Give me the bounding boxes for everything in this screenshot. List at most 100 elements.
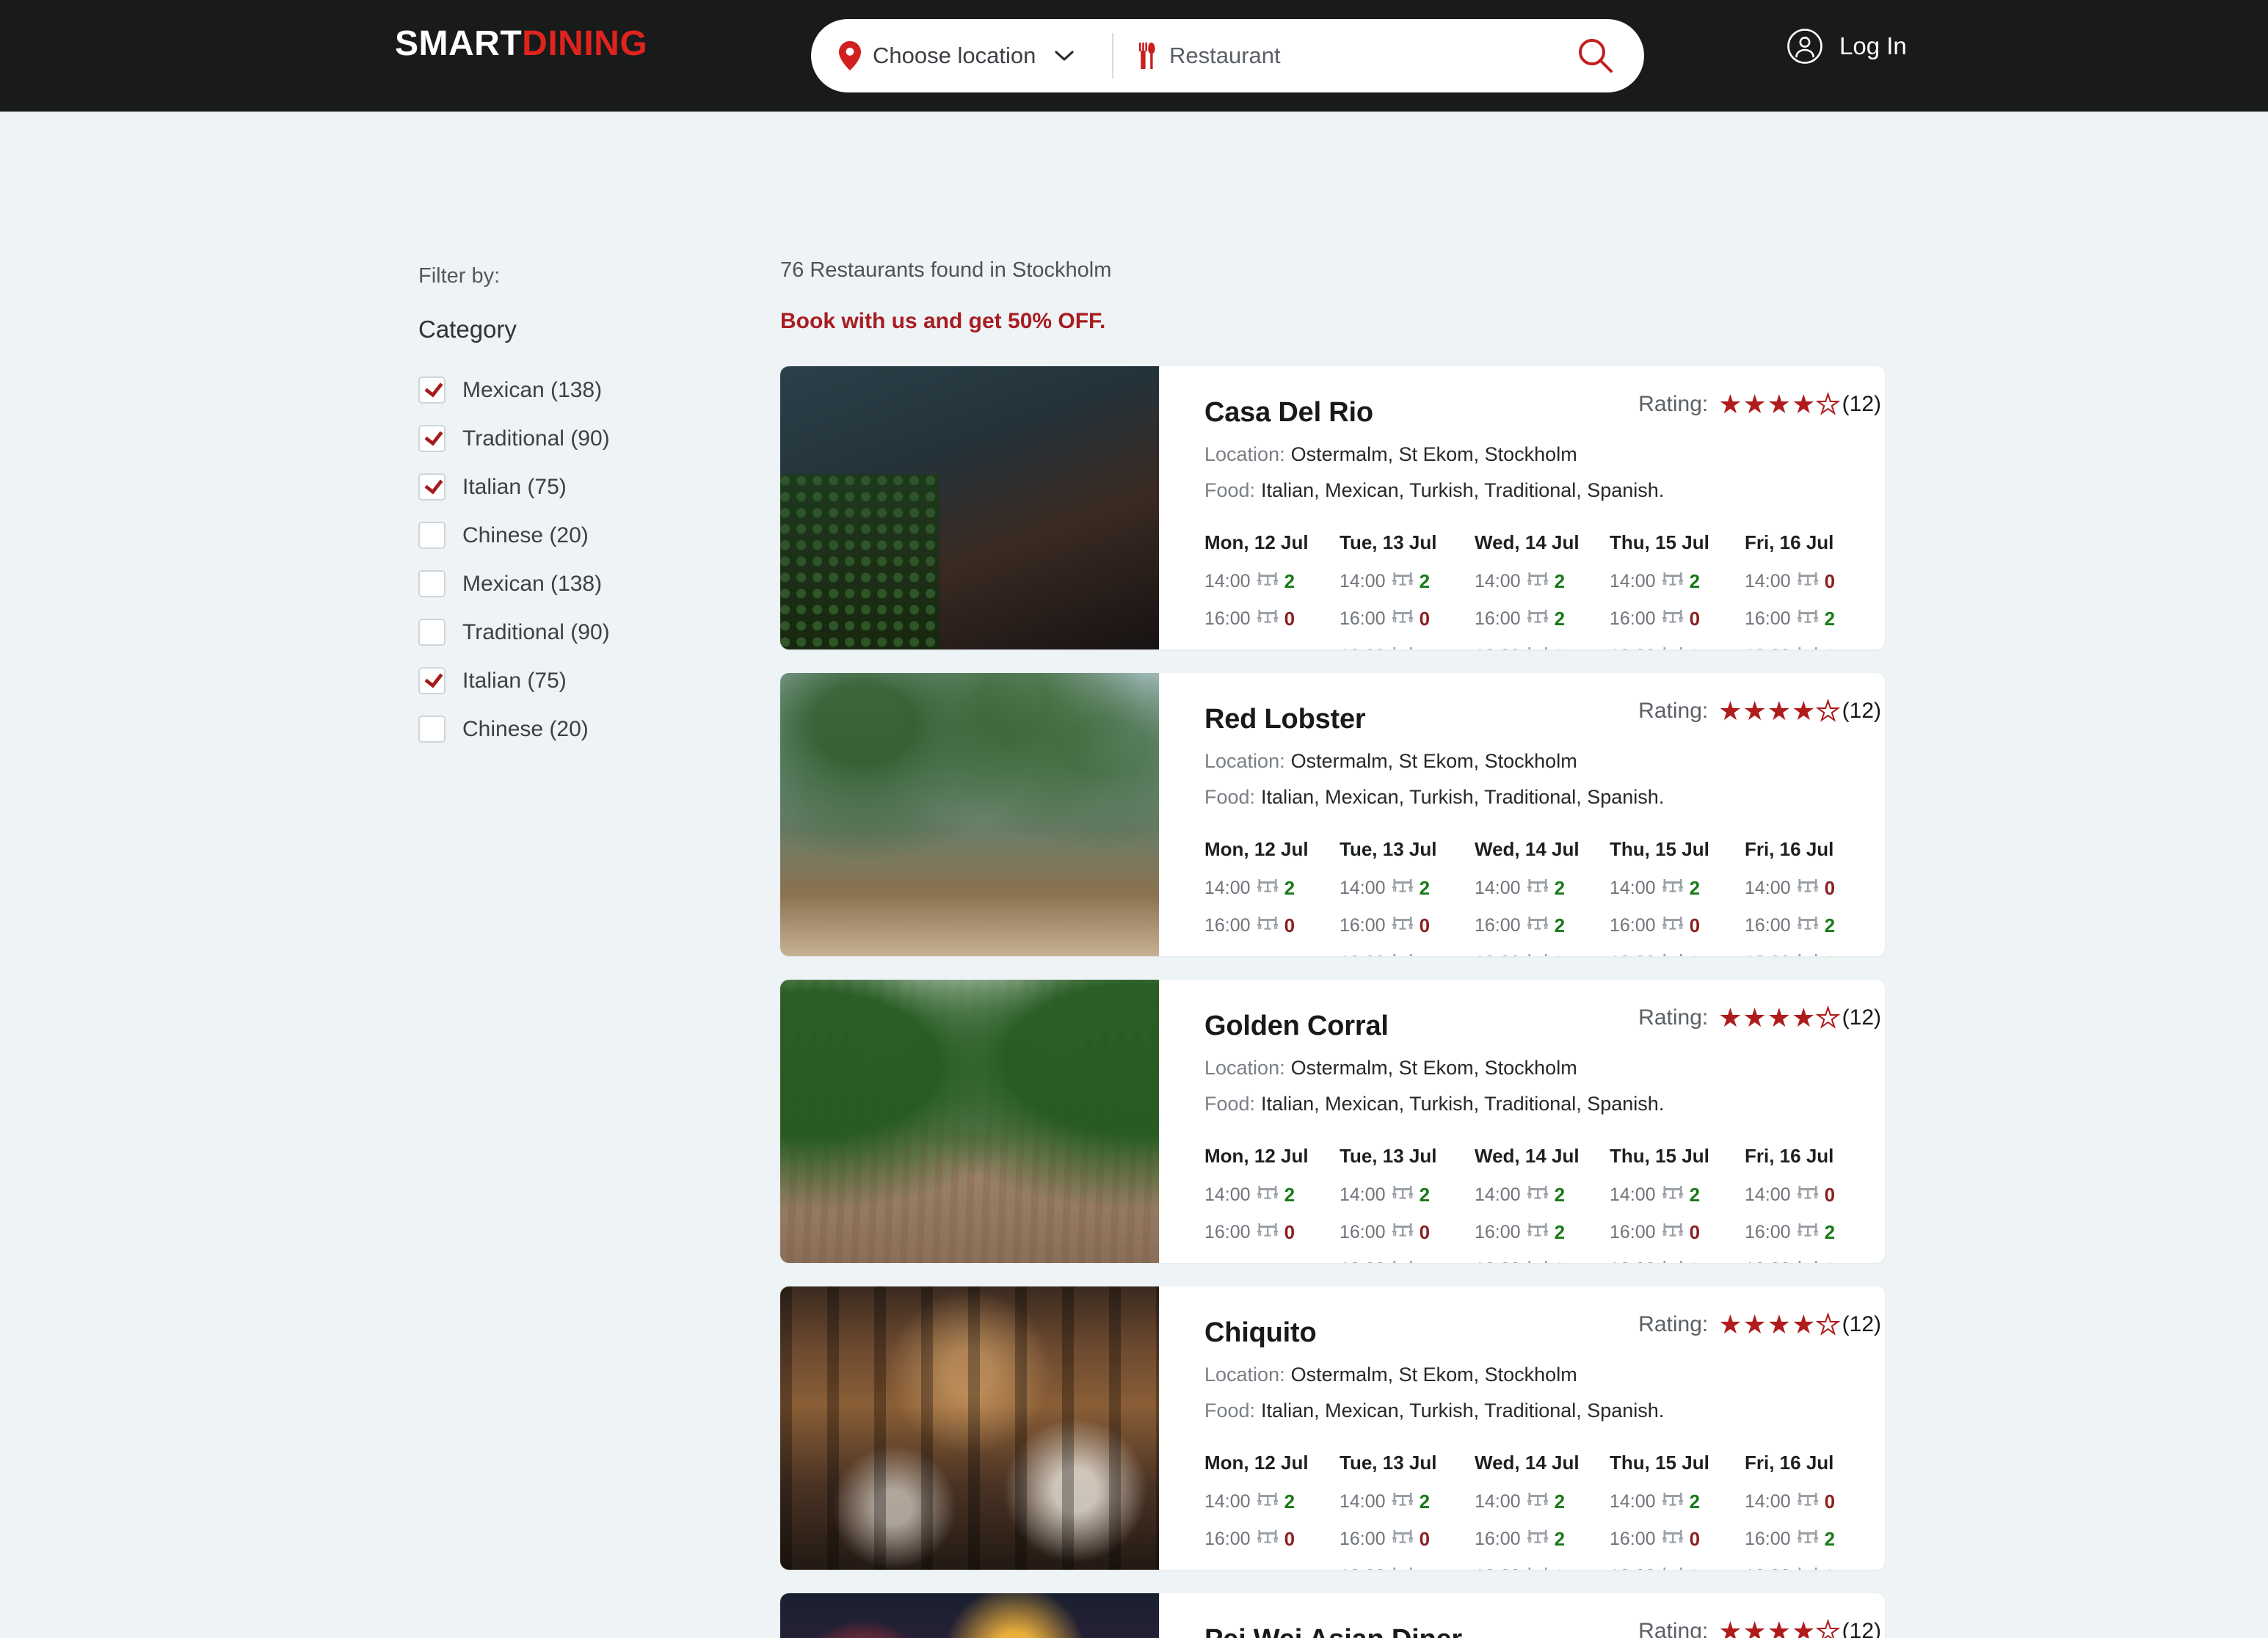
schedule-slot[interactable]: 14:00 2 xyxy=(1475,877,1610,914)
restaurant-photo[interactable] xyxy=(780,673,1159,956)
search-button[interactable] xyxy=(1560,19,1631,92)
category-checkbox[interactable] xyxy=(418,522,446,549)
schedule-slot[interactable]: 18:00 2 xyxy=(1745,645,1880,649)
category-filter-row[interactable]: Italian (75) xyxy=(418,470,763,504)
schedule-slot[interactable]: 14:00 2 xyxy=(1610,570,1745,608)
schedule-slot[interactable]: 16:00 2 xyxy=(1745,608,1880,645)
category-checkbox[interactable] xyxy=(418,570,446,597)
chevron-down-icon[interactable] xyxy=(1055,50,1074,62)
slot-seat-count: 0 xyxy=(1689,1528,1701,1550)
restaurant-search-field[interactable]: Restaurant xyxy=(1113,19,1560,92)
schedule-slot[interactable]: 18:00 2 xyxy=(1610,1565,1745,1570)
restaurant-photo[interactable] xyxy=(780,980,1159,1263)
slot-time: 14:00 xyxy=(1340,1491,1386,1512)
schedule-slot[interactable]: 16:00 2 xyxy=(1475,914,1610,952)
schedule-slot[interactable]: 18:00 4 xyxy=(1340,952,1475,956)
schedule-slot[interactable]: 18:00 2 xyxy=(1610,1259,1745,1263)
login-button[interactable]: Log In xyxy=(1787,28,1907,65)
category-filter-row[interactable]: Chinese (20) xyxy=(418,518,763,553)
schedule-slot[interactable]: 18:00 2 xyxy=(1745,1565,1880,1570)
schedule-slot[interactable]: 16:00 2 xyxy=(1745,1528,1880,1565)
table-seats-icon xyxy=(1662,953,1683,956)
restaurant-photo[interactable] xyxy=(780,1286,1159,1570)
restaurant-card[interactable]: Pei Wei Asian DinerRating:★★★★★(12)Locat… xyxy=(780,1593,1885,1638)
restaurant-card[interactable]: Casa Del Rio Rating: ★ ★ ★ ★ ★ (12) Location: Ost… xyxy=(780,366,1885,649)
category-checkbox[interactable] xyxy=(418,376,446,404)
brand-logo[interactable]: SMARTDINING xyxy=(395,26,647,62)
schedule-slot[interactable]: 16:00 0 xyxy=(1340,1221,1475,1259)
schedule-slot[interactable]: 18:00 2 xyxy=(1745,1259,1880,1263)
schedule-slot[interactable]: 16:00 0 xyxy=(1340,1528,1475,1565)
schedule-slot[interactable]: 16:00 0 xyxy=(1610,1221,1745,1259)
slot-time: 16:00 xyxy=(1340,1222,1386,1242)
schedule-slot[interactable]: 16:00 0 xyxy=(1610,1528,1745,1565)
schedule-slot[interactable]: 14:00 2 xyxy=(1610,1184,1745,1221)
schedule-slot[interactable]: 16:00 2 xyxy=(1475,1528,1610,1565)
schedule-slot[interactable]: 14:00 2 xyxy=(1610,1490,1745,1528)
schedule-slot[interactable]: 14:00 2 xyxy=(1475,1184,1610,1221)
schedule-slot[interactable]: 16:00 2 xyxy=(1475,608,1610,645)
schedule-slot[interactable]: 16:00 0 xyxy=(1204,914,1340,952)
schedule-day-header: Thu, 15 Jul xyxy=(1610,531,1709,553)
category-filter-row[interactable]: Mexican (138) xyxy=(418,567,763,601)
food-key: Food: xyxy=(1204,1093,1256,1115)
schedule-slot[interactable]: 16:00 0 xyxy=(1340,608,1475,645)
category-checkbox[interactable] xyxy=(418,473,446,500)
category-filter-row[interactable]: Mexican (138) xyxy=(418,373,763,407)
schedule-slot[interactable]: 14:00 2 xyxy=(1340,1184,1475,1221)
schedule-slot[interactable]: 14:00 2 xyxy=(1340,570,1475,608)
schedule-slot[interactable]: 16:00 0 xyxy=(1204,1528,1340,1565)
schedule-slot[interactable]: 14:00 2 xyxy=(1204,1184,1340,1221)
schedule-slot[interactable]: 18:00 4 xyxy=(1340,645,1475,649)
schedule-slot[interactable]: 14:00 2 xyxy=(1204,570,1340,608)
schedule-slot[interactable]: 14:00 0 xyxy=(1745,1184,1880,1221)
schedule-slot[interactable]: 18:00 2 xyxy=(1610,645,1745,649)
schedule-slot[interactable]: 14:00 2 xyxy=(1204,1490,1340,1528)
schedule-slot[interactable]: 18:00 2 xyxy=(1610,952,1745,956)
schedule-slot[interactable]: 14:00 0 xyxy=(1745,1490,1880,1528)
category-checkbox[interactable] xyxy=(418,425,446,452)
schedule-slot[interactable]: 14:00 2 xyxy=(1475,570,1610,608)
schedule-slot[interactable]: 18:00 0 xyxy=(1475,1259,1610,1263)
location-selector[interactable]: Choose location xyxy=(811,19,1112,92)
category-checkbox[interactable] xyxy=(418,667,446,694)
schedule-slot[interactable]: 14:00 0 xyxy=(1745,877,1880,914)
schedule-slot[interactable]: 14:00 2 xyxy=(1204,877,1340,914)
schedule-slot[interactable]: 18:00 4 xyxy=(1340,1565,1475,1570)
category-checkbox[interactable] xyxy=(418,619,446,646)
more-slots-link[interactable]: +5 more xyxy=(1204,1259,1340,1263)
schedule-slot[interactable]: 16:00 2 xyxy=(1475,1221,1610,1259)
schedule-slot[interactable]: 14:00 2 xyxy=(1340,877,1475,914)
schedule-slot[interactable]: 16:00 0 xyxy=(1204,1221,1340,1259)
schedule-slot[interactable]: 16:00 0 xyxy=(1610,608,1745,645)
schedule-slot[interactable]: 18:00 4 xyxy=(1340,1259,1475,1263)
schedule-slot[interactable]: 14:00 2 xyxy=(1475,1490,1610,1528)
schedule-slot[interactable]: 14:00 2 xyxy=(1610,877,1745,914)
restaurant-card[interactable]: Chiquito Rating: ★ ★ ★ ★ ★ (12) Location: Osterma… xyxy=(780,1286,1885,1570)
schedule-slot[interactable]: 18:00 2 xyxy=(1745,952,1880,956)
more-slots-link[interactable]: +5 more xyxy=(1204,952,1340,956)
category-filter-row[interactable]: Traditional (90) xyxy=(418,615,763,649)
more-slots-link[interactable]: +5 more xyxy=(1204,1565,1340,1570)
schedule-slot[interactable]: 18:00 0 xyxy=(1475,1565,1610,1570)
more-slots-link[interactable]: +5 more xyxy=(1204,645,1340,649)
schedule-slot[interactable]: 18:00 0 xyxy=(1475,952,1610,956)
schedule-slot[interactable]: 18:00 0 xyxy=(1475,645,1610,649)
schedule-slot[interactable]: 14:00 0 xyxy=(1745,570,1880,608)
table-seats-icon xyxy=(1392,1566,1413,1570)
schedule-slot[interactable]: 16:00 0 xyxy=(1340,914,1475,952)
category-checkbox[interactable] xyxy=(418,716,446,743)
schedule-slot[interactable]: 14:00 2 xyxy=(1340,1490,1475,1528)
category-filter-row[interactable]: Traditional (90) xyxy=(418,421,763,456)
restaurant-photo[interactable] xyxy=(780,1593,1159,1638)
schedule-slot[interactable]: 16:00 2 xyxy=(1745,914,1880,952)
schedule-slot[interactable]: 16:00 0 xyxy=(1204,608,1340,645)
schedule-slot[interactable]: 16:00 0 xyxy=(1610,914,1745,952)
restaurant-photo[interactable] xyxy=(780,366,1159,649)
restaurant-card[interactable]: Red Lobster Rating: ★ ★ ★ ★ ★ (12) Location: Oste… xyxy=(780,673,1885,956)
schedule-day-header: Tue, 13 Jul xyxy=(1340,1452,1437,1474)
restaurant-card[interactable]: Golden Corral Rating: ★ ★ ★ ★ ★ (12) Location: Os… xyxy=(780,980,1885,1263)
category-filter-row[interactable]: Chinese (20) xyxy=(418,712,763,746)
schedule-slot[interactable]: 16:00 2 xyxy=(1745,1221,1880,1259)
category-filter-row[interactable]: Italian (75) xyxy=(418,663,763,698)
